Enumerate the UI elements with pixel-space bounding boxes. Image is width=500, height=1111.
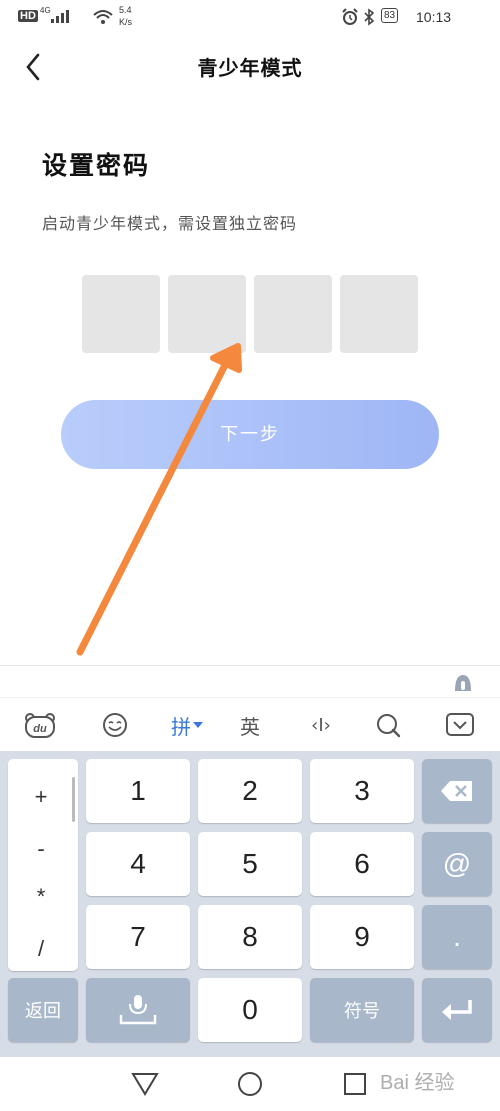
battery-level: 83 bbox=[381, 8, 399, 23]
digit-key-5[interactable]: 5 bbox=[198, 832, 302, 896]
pin-box-2[interactable] bbox=[168, 275, 246, 353]
pinyin-label: 拼 bbox=[171, 714, 191, 739]
digit-key-2[interactable]: 2 bbox=[198, 759, 302, 823]
page-title: 青少年模式 bbox=[197, 56, 303, 80]
cursor-move-button[interactable]: ‹I› bbox=[296, 698, 346, 752]
symbol-key-slash[interactable]: / bbox=[8, 936, 74, 962]
nav-home-button[interactable] bbox=[235, 1069, 265, 1099]
digit-key-6[interactable]: 6 bbox=[310, 832, 414, 896]
backspace-icon bbox=[441, 781, 472, 801]
svg-text:du: du bbox=[33, 723, 47, 735]
nav-back-button[interactable] bbox=[130, 1069, 160, 1099]
triangle-back-icon bbox=[131, 1073, 159, 1096]
baidu-input-logo-button[interactable]: du bbox=[20, 698, 60, 752]
symbols-key[interactable]: 符号 bbox=[310, 978, 414, 1042]
signal-icon bbox=[51, 10, 69, 23]
annotation-arrow bbox=[76, 343, 242, 656]
digit-key-0[interactable]: 0 bbox=[198, 978, 302, 1042]
wifi-icon bbox=[93, 10, 113, 24]
watermark: Bai 经验 bbox=[380, 1072, 455, 1094]
pin-box-1[interactable] bbox=[82, 275, 160, 353]
emoji-icon bbox=[103, 713, 127, 737]
symbol-key-asterisk[interactable]: * bbox=[8, 884, 74, 910]
voice-input-key[interactable] bbox=[86, 978, 190, 1042]
bluetooth-icon bbox=[364, 8, 375, 26]
dot-key[interactable]: . bbox=[422, 905, 492, 969]
digit-key-7[interactable]: 7 bbox=[86, 905, 190, 969]
square-recents-icon bbox=[344, 1073, 366, 1095]
backspace-key[interactable] bbox=[422, 759, 492, 823]
clock: 10:13 bbox=[416, 9, 452, 25]
net-speed-value: 5.4 bbox=[119, 5, 132, 15]
keyboard-top-strip bbox=[0, 665, 500, 698]
keyboard-toolbar: du 拼 英 ‹I› bbox=[0, 697, 500, 752]
keyboard-collapse-icon bbox=[446, 713, 474, 736]
status-bar: HD 4G 5.4 K/s 83 10:13 bbox=[0, 0, 500, 34]
next-step-button[interactable]: 下一步 bbox=[61, 400, 439, 469]
digit-key-8[interactable]: 8 bbox=[198, 905, 302, 969]
keyboard-assistant-icon[interactable] bbox=[451, 671, 475, 695]
symbol-key-plus[interactable]: + bbox=[8, 784, 74, 810]
numeric-keypad: + - * / 1 2 3 4 5 6 @ 7 8 9 . 返回 0 符号 bbox=[0, 751, 500, 1057]
symbol-scrollbar[interactable] bbox=[72, 777, 75, 822]
nav-recents-button[interactable] bbox=[340, 1069, 370, 1099]
symbol-key-minus[interactable]: - bbox=[8, 836, 74, 862]
circle-home-icon bbox=[238, 1072, 262, 1096]
pin-box-4[interactable] bbox=[340, 275, 418, 353]
symbol-column: + - * / bbox=[8, 759, 78, 971]
caret-down-icon bbox=[193, 722, 203, 728]
enter-key[interactable] bbox=[422, 978, 492, 1042]
pinyin-mode-button[interactable]: 拼 bbox=[162, 698, 212, 752]
hd-badge: HD bbox=[18, 10, 38, 22]
at-key[interactable]: @ bbox=[422, 832, 492, 896]
enter-icon bbox=[442, 1000, 472, 1020]
english-mode-button[interactable]: 英 bbox=[230, 698, 270, 752]
section-heading: 设置密码 bbox=[42, 151, 151, 180]
digit-key-3[interactable]: 3 bbox=[310, 759, 414, 823]
alarm-icon bbox=[342, 8, 358, 25]
hide-keyboard-button[interactable] bbox=[440, 698, 480, 752]
digit-key-9[interactable]: 9 bbox=[310, 905, 414, 969]
emoji-button[interactable] bbox=[95, 698, 135, 752]
return-key[interactable]: 返回 bbox=[8, 978, 78, 1042]
digit-key-1[interactable]: 1 bbox=[86, 759, 190, 823]
pin-box-3[interactable] bbox=[254, 275, 332, 353]
search-button[interactable] bbox=[368, 698, 408, 752]
search-icon bbox=[377, 714, 401, 738]
section-subtitle: 启动青少年模式，需设置独立密码 bbox=[42, 214, 298, 233]
bear-logo-icon: du bbox=[25, 713, 55, 738]
microphone-icon bbox=[119, 995, 157, 1025]
digit-key-4[interactable]: 4 bbox=[86, 832, 190, 896]
net-speed-unit: K/s bbox=[119, 17, 133, 27]
